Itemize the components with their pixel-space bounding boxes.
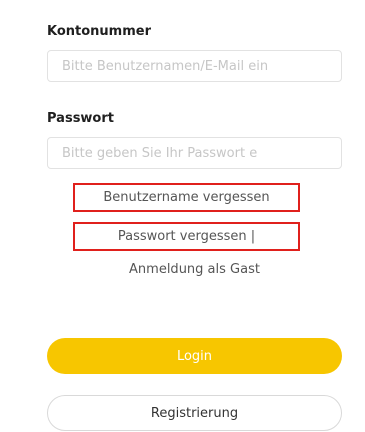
password-label: Passwort (47, 111, 114, 126)
forgot-password-link[interactable]: Passwort vergessen | (73, 222, 300, 251)
register-button[interactable]: Registrierung (47, 395, 342, 431)
forgot-username-link[interactable]: Benutzername vergessen (73, 183, 300, 212)
login-button[interactable]: Login (47, 338, 342, 374)
password-input[interactable] (48, 138, 341, 168)
account-input[interactable] (48, 51, 341, 81)
guest-login-link[interactable]: Anmeldung als Gast (47, 262, 342, 277)
account-field (47, 50, 342, 82)
password-field (47, 137, 342, 169)
account-label: Kontonummer (47, 24, 152, 39)
